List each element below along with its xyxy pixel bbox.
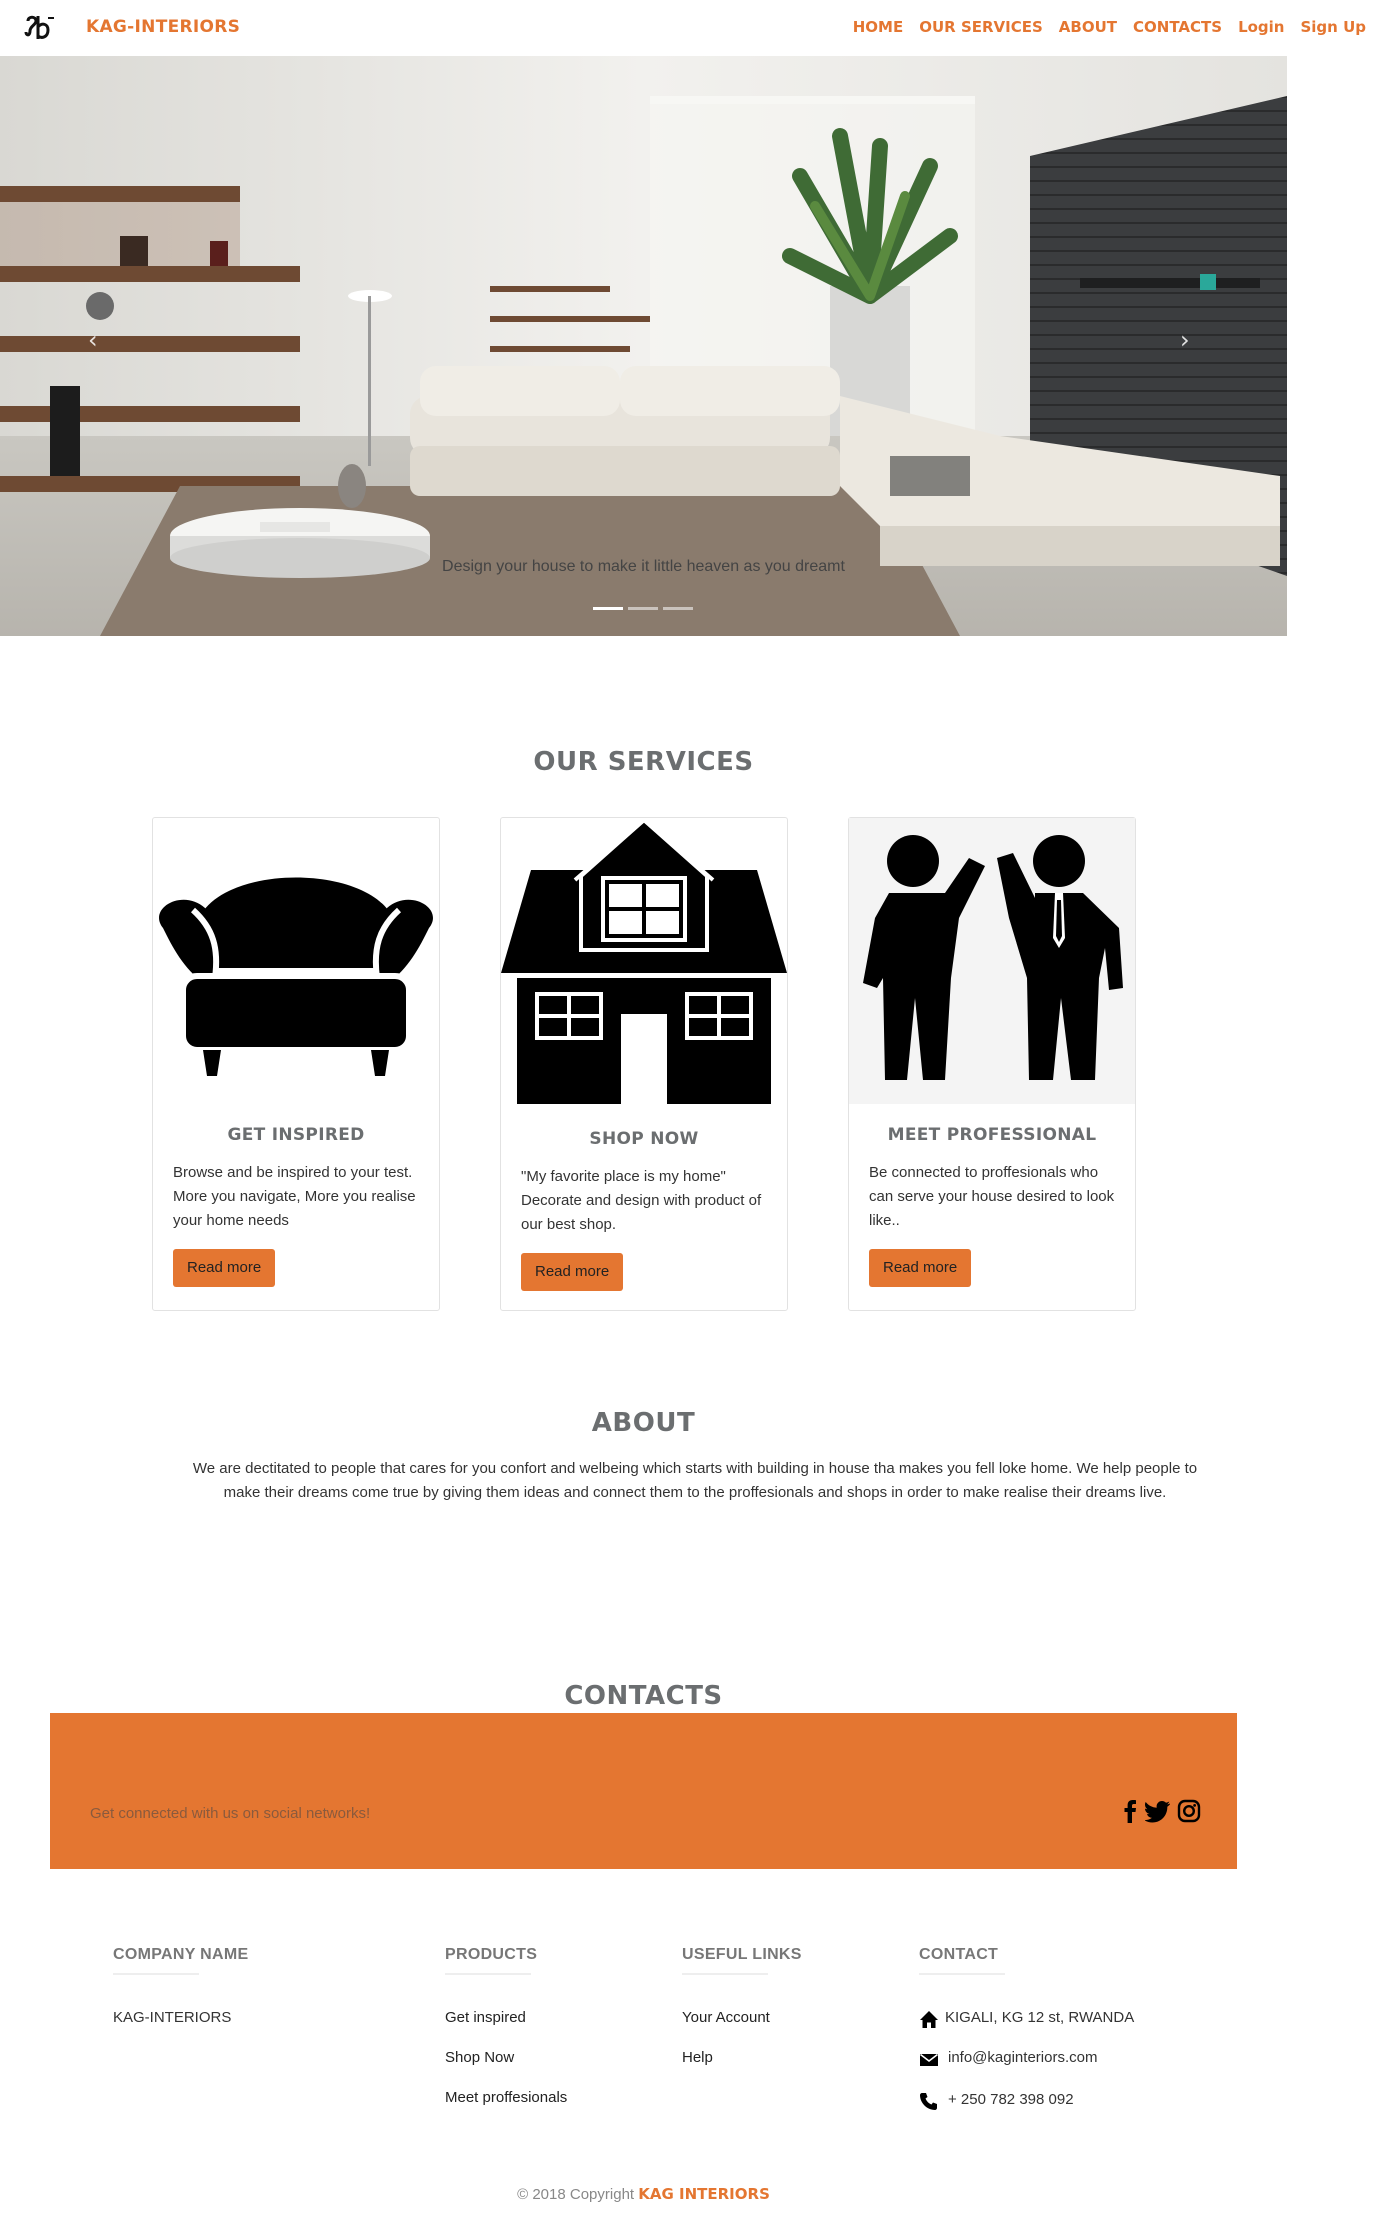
footer-products-heading: PRODUCTS xyxy=(445,1946,538,1963)
footer-useful-heading: USEFUL LINKS xyxy=(682,1946,802,1963)
about-title: ABOUT xyxy=(591,1408,696,1438)
nav-menu: HOME OUR SERVICES ABOUT CONTACTS Login S… xyxy=(853,18,1366,36)
service-card-professional: MEET PROFESSIONAL Be connected to proffe… xyxy=(848,817,1136,1311)
house-icon xyxy=(501,818,787,1104)
twitter-icon[interactable] xyxy=(1145,1799,1171,1823)
footer-link-get-inspired[interactable]: Get inspired xyxy=(445,2009,526,2026)
footer-link-meet-professionals[interactable]: Meet proffesionals xyxy=(445,2089,567,2106)
footer-email[interactable]: info@kaginteriors.com xyxy=(948,2049,1097,2066)
nav-link-services[interactable]: OUR SERVICES xyxy=(919,18,1043,36)
nav-link-about[interactable]: ABOUT xyxy=(1059,18,1117,36)
nav-link-login[interactable]: Login xyxy=(1238,18,1284,36)
read-more-button[interactable]: Read more xyxy=(521,1253,624,1291)
navbar: KAG-INTERIORS HOME OUR SERVICES ABOUT CO… xyxy=(0,0,1382,56)
footer-company-heading: COMPANY NAME xyxy=(113,1946,249,1963)
carousel-indicator-3[interactable] xyxy=(663,607,693,610)
carousel-indicator-1[interactable] xyxy=(593,607,623,610)
chevron-right-icon[interactable]: › xyxy=(1180,326,1190,354)
card-title: MEET PROFESSIONAL xyxy=(887,1125,1097,1145)
footer-company-name: KAG-INTERIORS xyxy=(113,2009,232,2026)
footer-phone: + 250 782 398 092 xyxy=(948,2091,1074,2108)
divider xyxy=(445,1973,531,1975)
service-card-inspired: GET INSPIRED Browse and be inspired to y… xyxy=(152,817,440,1311)
card-text: Browse and be inspired to your test. Mor… xyxy=(173,1164,416,1229)
read-more-button[interactable]: Read more xyxy=(869,1249,972,1287)
footer-address: KIGALI, KG 12 st, RWANDA xyxy=(945,2009,1135,2026)
copyright: © 2018 Copyright KAG INTERIORS xyxy=(0,2185,1287,2203)
card-text: Be connected to proffesionals who can se… xyxy=(869,1164,1115,1229)
copyright-text: © 2018 Copyright xyxy=(517,2186,635,2203)
nav-link-contacts[interactable]: CONTACTS xyxy=(1133,18,1222,36)
read-more-button[interactable]: Read more xyxy=(173,1249,276,1287)
divider xyxy=(682,1973,768,1975)
envelope-icon xyxy=(920,2053,938,2066)
about-text: We are dectitated to people that cares f… xyxy=(192,1460,1198,1501)
footer-link-help[interactable]: Help xyxy=(682,2049,713,2066)
card-title: GET INSPIRED xyxy=(227,1125,365,1145)
services-title: OUR SERVICES xyxy=(533,747,754,777)
carousel-indicators xyxy=(593,607,693,610)
logo-icon[interactable] xyxy=(24,12,58,44)
instagram-icon[interactable] xyxy=(1177,1799,1201,1823)
living-room-image xyxy=(0,56,1287,636)
contacts-title: CONTACTS xyxy=(564,1681,723,1711)
carousel-indicator-2[interactable] xyxy=(628,607,658,610)
footer-link-your-account[interactable]: Your Account xyxy=(682,2009,770,2026)
phone-icon xyxy=(920,2093,937,2110)
nav-link-home[interactable]: HOME xyxy=(853,18,903,36)
facebook-icon[interactable] xyxy=(1121,1799,1139,1823)
brand-name[interactable]: KAG-INTERIORS xyxy=(86,17,240,37)
social-band: Get connected with us on social networks… xyxy=(50,1713,1237,1869)
home-icon xyxy=(920,2011,938,2028)
copyright-brand[interactable]: KAG INTERIORS xyxy=(638,2185,770,2203)
armchair-icon xyxy=(159,877,433,1076)
divider xyxy=(113,1973,199,1975)
social-band-text: Get connected with us on social networks… xyxy=(90,1805,371,1822)
social-links xyxy=(1121,1799,1201,1823)
footer-link-shop-now[interactable]: Shop Now xyxy=(445,2049,514,2066)
hero-carousel: Design your house to make it little heav… xyxy=(0,56,1287,636)
handshake-people-icon xyxy=(849,818,1135,1104)
card-text: "My favorite place is my home" Decorate … xyxy=(521,1168,762,1233)
service-card-shop: SHOP NOW "My favorite place is my home" … xyxy=(500,817,788,1311)
footer-contact-heading: CONTACT xyxy=(919,1946,999,1963)
divider xyxy=(919,1973,1005,1975)
carousel-caption: Design your house to make it little heav… xyxy=(442,558,845,575)
card-title: SHOP NOW xyxy=(589,1129,699,1149)
nav-link-signup[interactable]: Sign Up xyxy=(1300,18,1366,36)
chevron-left-icon[interactable]: ‹ xyxy=(88,326,98,354)
